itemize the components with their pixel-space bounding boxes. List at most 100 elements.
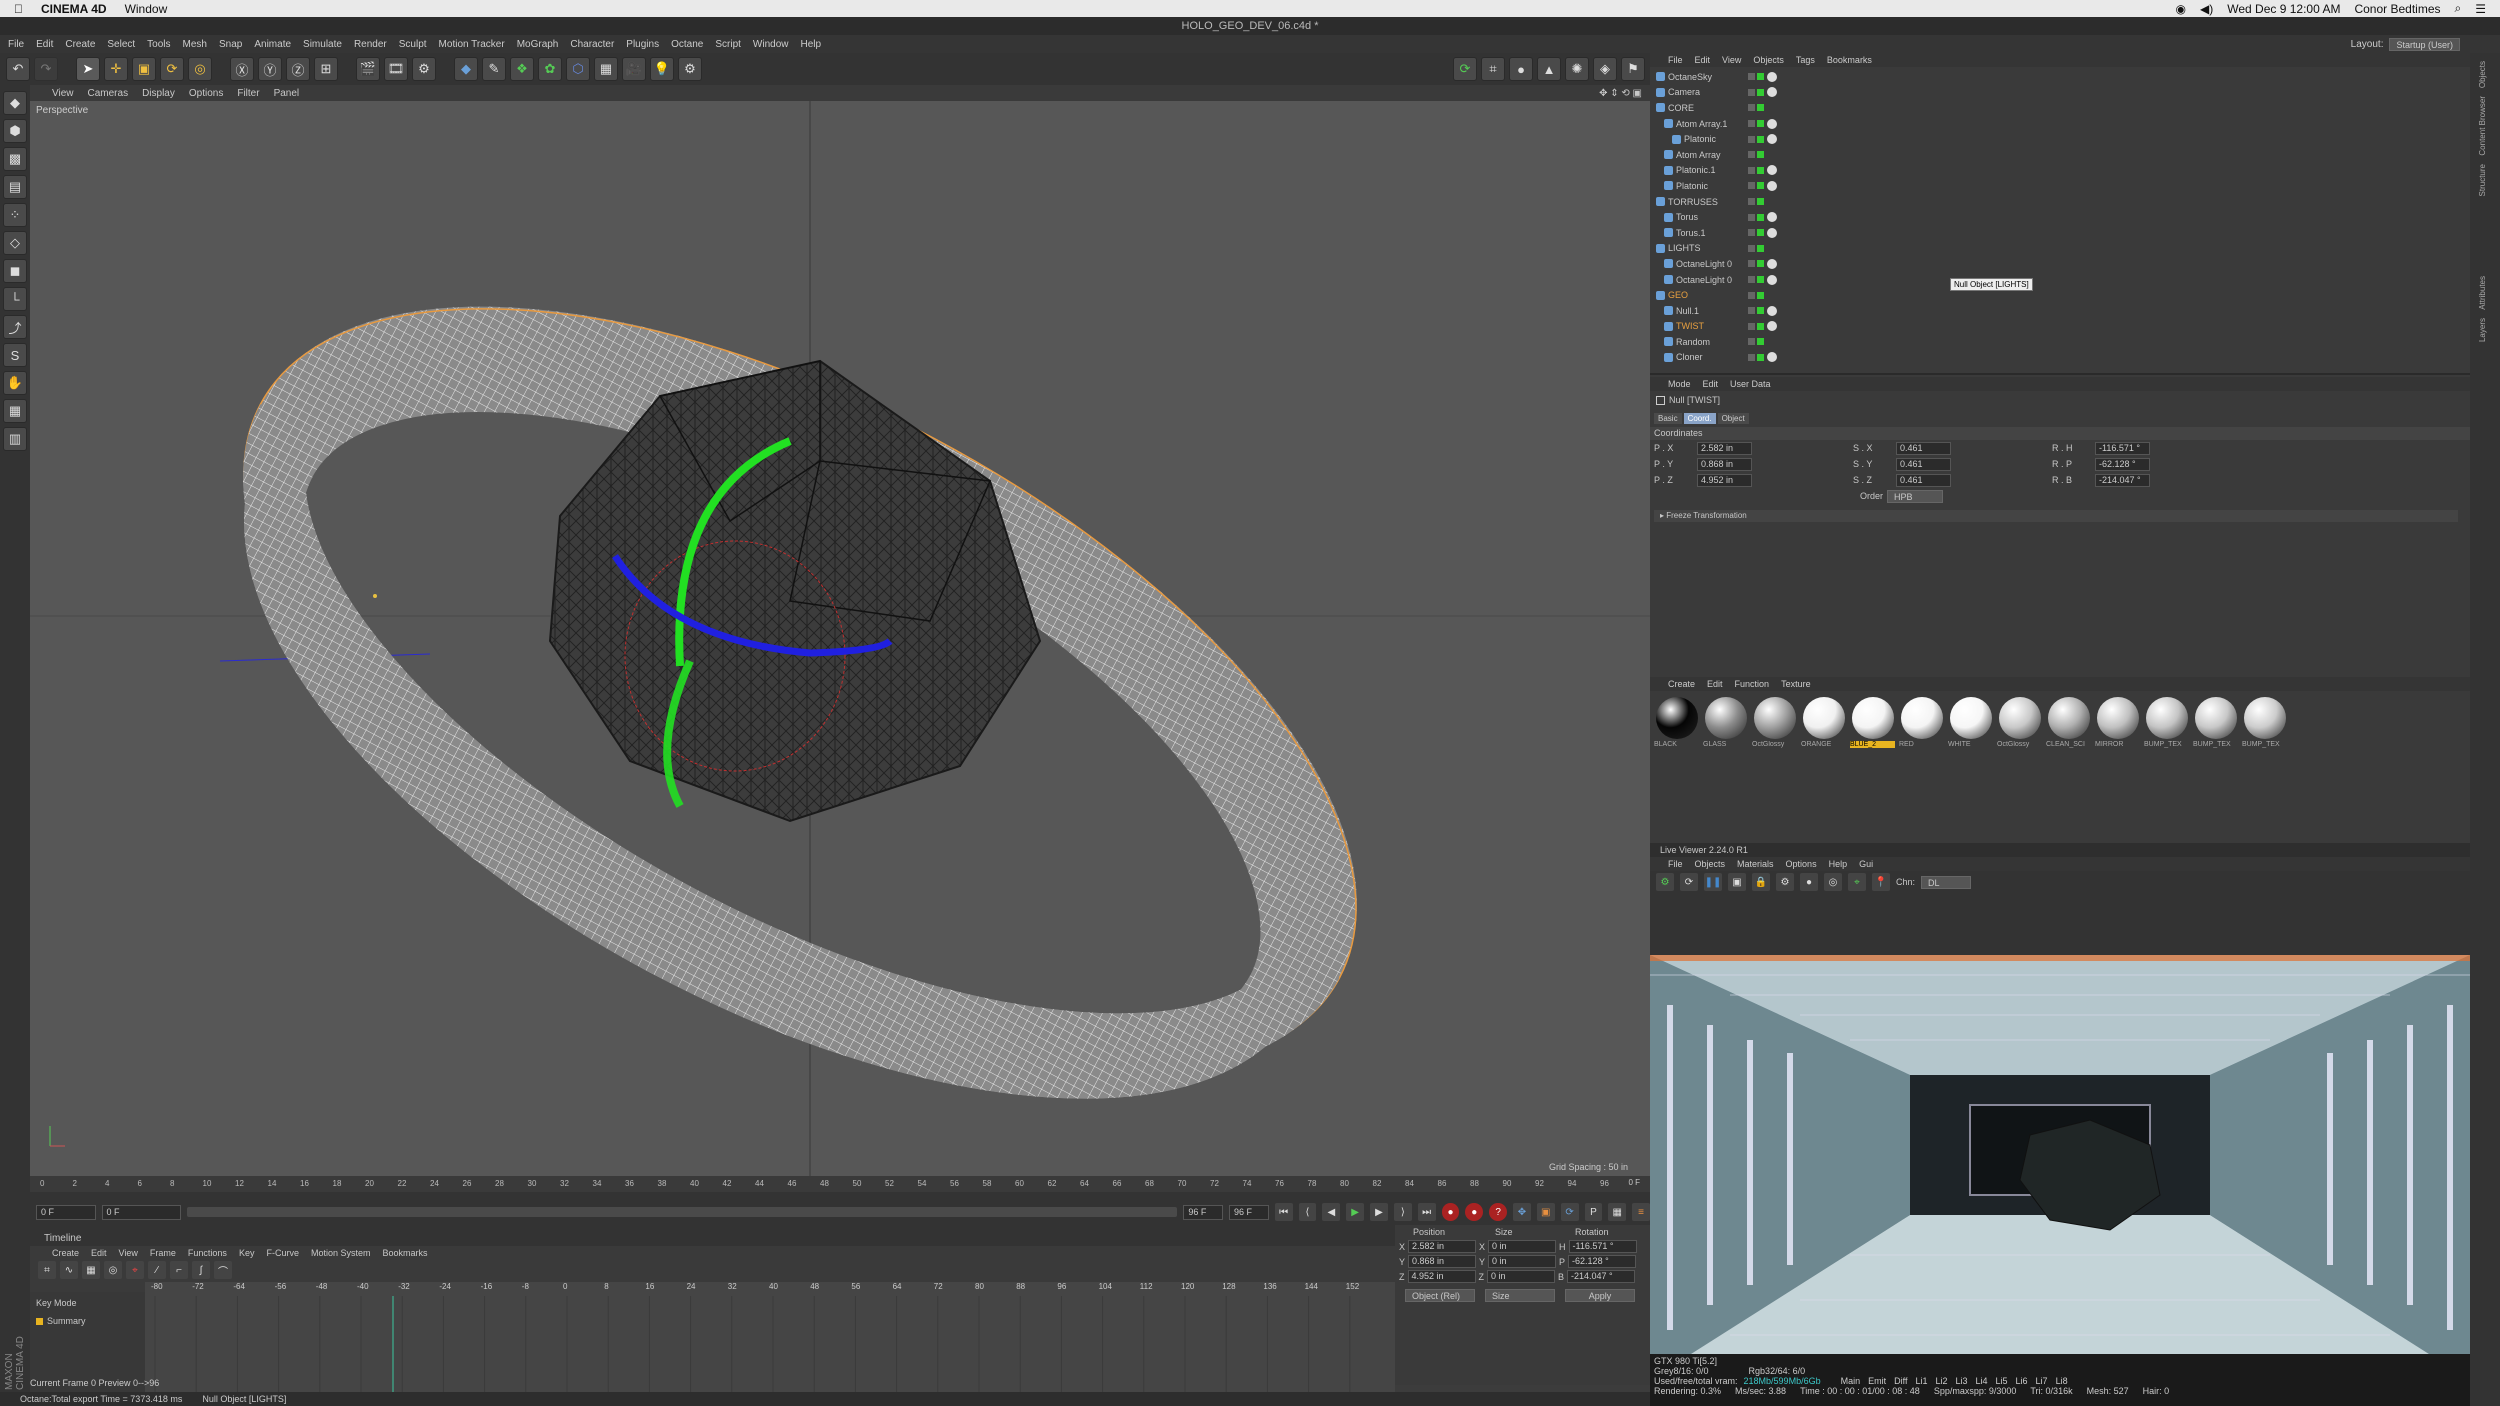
object-row[interactable]: Atom Array.1 — [1656, 116, 2470, 132]
tag-icon[interactable] — [1767, 227, 1777, 238]
om-menu-file[interactable]: File — [1668, 55, 1683, 65]
om-menu-view[interactable]: View — [1722, 55, 1741, 65]
recent-tool-icon[interactable]: ◎ — [188, 57, 212, 81]
menu-file[interactable]: File — [8, 39, 24, 50]
material-swatch[interactable]: GLASS — [1703, 697, 1748, 748]
picker-icon[interactable]: ⌖ — [1848, 873, 1866, 891]
material-swatch[interactable]: BUMP_TEX — [2242, 697, 2287, 748]
rotation-p-field[interactable]: -62.128 ° — [1568, 1255, 1637, 1268]
viewport-3d[interactable]: Perspective Grid Spacing: 50 in — [30, 101, 1650, 1176]
param-key-icon[interactable]: P — [1584, 1203, 1603, 1221]
rotate-key-icon[interactable]: ⟳ — [1560, 1203, 1579, 1221]
spline-linear-icon[interactable]: ∕ — [148, 1261, 166, 1279]
start-frame-field[interactable]: 0 F — [101, 1204, 181, 1220]
octane-settings-icon[interactable]: ⚙ — [678, 57, 702, 81]
tl-menu-create[interactable]: Create — [52, 1248, 79, 1258]
tag-icon[interactable] — [1767, 321, 1777, 332]
enabled-check-icon[interactable] — [1757, 198, 1764, 206]
move-key-icon[interactable]: ✥ — [1513, 1203, 1531, 1221]
s-y-field[interactable]: 0.461 — [1896, 457, 1951, 471]
visibility-toggle-icon[interactable] — [1748, 322, 1755, 330]
r-h-field[interactable]: -116.571 ° — [2095, 441, 2150, 455]
lv-menu-options[interactable]: Options — [1786, 859, 1817, 869]
am-menu-edit[interactable]: Edit — [1703, 379, 1719, 389]
autokey-icon[interactable]: ● — [1465, 1203, 1484, 1221]
tag-icon[interactable] — [1767, 134, 1777, 145]
enabled-check-icon[interactable] — [1757, 120, 1764, 128]
visibility-toggle-icon[interactable] — [1748, 244, 1755, 252]
motion-mode-icon[interactable]: ▦ — [82, 1261, 100, 1279]
rotation-b-field[interactable]: -214.047 ° — [1567, 1270, 1636, 1283]
menu-mograph[interactable]: MoGraph — [517, 39, 559, 50]
octane-lights-icon[interactable]: ✺ — [1565, 57, 1589, 81]
tl-menu-frame[interactable]: Frame — [150, 1248, 176, 1258]
viewport-menu-cameras[interactable]: Cameras — [88, 88, 129, 99]
xray-icon[interactable]: ▥ — [3, 427, 27, 451]
position-y-field[interactable]: 0.868 in — [1408, 1255, 1477, 1268]
p-z-field[interactable]: 4.952 in — [1697, 473, 1752, 487]
visibility-toggle-icon[interactable] — [1748, 88, 1755, 96]
enabled-check-icon[interactable] — [1757, 353, 1764, 361]
object-row[interactable]: OctaneSky — [1656, 69, 2470, 85]
lv-menu-gui[interactable]: Gui — [1859, 859, 1873, 869]
frame-range-slider[interactable] — [186, 1207, 1178, 1217]
menu-plugins[interactable]: Plugins — [626, 39, 659, 50]
record-icon[interactable]: ● — [1441, 1203, 1460, 1221]
render-pass-tab[interactable]: Emit — [1868, 1376, 1886, 1386]
search-icon[interactable]: ⌕ — [2455, 1, 2462, 16]
octane-camera-icon[interactable]: ⌗ — [1481, 57, 1505, 81]
tag-icon[interactable] — [1767, 258, 1777, 269]
object-row[interactable]: LIGHTS — [1656, 241, 2470, 257]
object-row[interactable]: Torus.1 — [1656, 225, 2470, 241]
object-row[interactable]: CORE — [1656, 100, 2470, 116]
mm-menu-texture[interactable]: Texture — [1781, 679, 1811, 689]
menu-help[interactable]: Help — [800, 39, 821, 50]
enabled-check-icon[interactable] — [1757, 338, 1764, 346]
points-mode-icon[interactable]: ⁘ — [3, 203, 27, 227]
clock[interactable]: Wed Dec 9 12:00 AM — [2227, 2, 2340, 16]
menu-select[interactable]: Select — [107, 39, 135, 50]
record-key-icon[interactable]: ⌖ — [126, 1261, 144, 1279]
visibility-toggle-icon[interactable] — [1748, 353, 1755, 361]
material-swatch[interactable]: BLACK — [1654, 697, 1699, 748]
end-frame-field-a[interactable]: 96 F — [1183, 1204, 1224, 1220]
order-dropdown[interactable]: HPB — [1887, 489, 1944, 503]
tag-icon[interactable] — [1767, 71, 1777, 82]
menu-script[interactable]: Script — [715, 39, 741, 50]
redo-icon[interactable]: ↷ — [34, 57, 58, 81]
light-icon[interactable]: 💡 — [650, 57, 674, 81]
object-row[interactable]: Torus — [1656, 209, 2470, 225]
enabled-check-icon[interactable] — [1757, 104, 1764, 112]
object-row[interactable]: Platonic.1 — [1656, 163, 2470, 179]
viewport-menu-view[interactable]: View — [52, 88, 74, 99]
enabled-check-icon[interactable] — [1757, 260, 1764, 268]
r-b-field[interactable]: -214.047 ° — [2095, 473, 2150, 487]
tag-icon[interactable] — [1767, 305, 1777, 316]
render-pass-tab[interactable]: Li4 — [1976, 1376, 1988, 1386]
y-axis-lock-icon[interactable]: Ⓨ — [258, 57, 282, 81]
size-x-field[interactable]: 0 in — [1488, 1240, 1557, 1253]
object-row[interactable]: Random — [1656, 334, 2470, 350]
render-pass-tab[interactable]: Diff — [1894, 1376, 1907, 1386]
menu-create[interactable]: Create — [65, 39, 95, 50]
enabled-check-icon[interactable] — [1757, 166, 1764, 174]
prev-key-icon[interactable]: ⟨ — [1298, 1203, 1317, 1221]
material-swatch[interactable]: ORANGE — [1801, 697, 1846, 748]
object-row[interactable]: GEO — [1656, 287, 2470, 303]
render-pass-tab[interactable]: Main — [1841, 1376, 1861, 1386]
object-row[interactable]: Null.1 — [1656, 303, 2470, 319]
visibility-toggle-icon[interactable] — [1748, 73, 1755, 81]
menu-edit[interactable]: Edit — [36, 39, 53, 50]
next-frame-icon[interactable]: ▶ — [1370, 1203, 1388, 1221]
key-mode-icon[interactable]: ⌗ — [38, 1261, 56, 1279]
visibility-toggle-icon[interactable] — [1748, 291, 1755, 299]
snap-icon[interactable]: S — [3, 343, 27, 367]
restart-render-icon[interactable]: ⟳ — [1680, 873, 1698, 891]
render-pass-tab[interactable]: Li3 — [1955, 1376, 1967, 1386]
apply-button[interactable]: Apply — [1565, 1289, 1635, 1302]
object-row[interactable]: Cloner — [1656, 350, 2470, 366]
octane-live-icon[interactable]: ⟳ — [1453, 57, 1477, 81]
tl-menu-key[interactable]: Key — [239, 1248, 255, 1258]
texture-mode-icon[interactable]: ▩ — [3, 147, 27, 171]
menu-window[interactable]: Window — [753, 39, 789, 50]
